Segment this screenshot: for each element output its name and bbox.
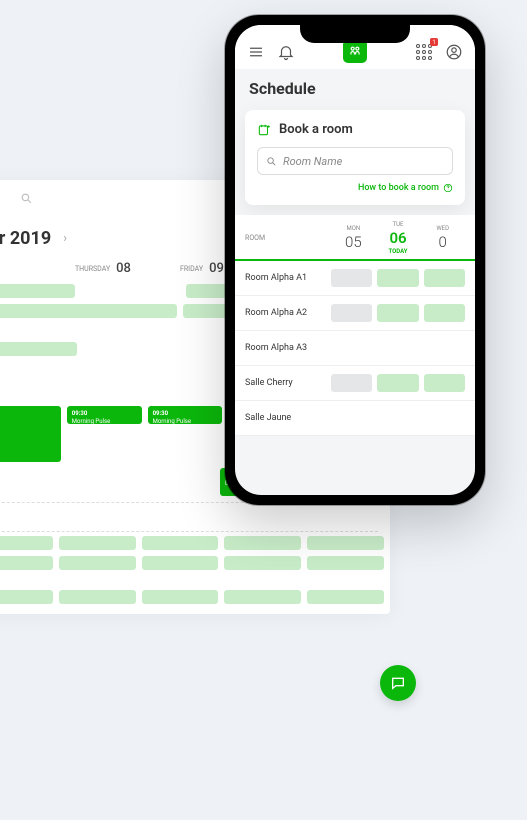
search-icon[interactable] bbox=[20, 192, 33, 209]
slot[interactable] bbox=[377, 374, 418, 392]
input-placeholder: Room Name bbox=[283, 155, 342, 168]
room-name-input[interactable]: Room Name bbox=[257, 147, 453, 175]
room-row[interactable]: Room Alpha A1 bbox=[235, 261, 475, 296]
slot[interactable] bbox=[331, 339, 372, 357]
schedule-table: Room MON05 TUE06Today WED0 Room Alpha A1… bbox=[235, 215, 475, 436]
slot[interactable] bbox=[377, 339, 418, 357]
calendar-plus-icon bbox=[257, 123, 271, 137]
room-row[interactable]: Room Alpha A3 bbox=[235, 331, 475, 366]
room-name: Salle Jaune bbox=[245, 413, 331, 423]
apps-grid-icon[interactable]: 1 bbox=[413, 41, 435, 63]
day-col-wed[interactable]: WED0 bbox=[420, 225, 465, 251]
event-morning-pulse-2[interactable]: 09:30Morning Pulse bbox=[148, 406, 223, 424]
slot[interactable] bbox=[424, 304, 465, 322]
room-row[interactable]: Room Alpha A2 bbox=[235, 296, 475, 331]
search-icon bbox=[266, 156, 277, 167]
slot[interactable] bbox=[424, 269, 465, 287]
menu-icon[interactable] bbox=[245, 41, 267, 63]
slot[interactable] bbox=[331, 304, 372, 322]
day-col-mon[interactable]: MON05 bbox=[331, 225, 376, 251]
profile-icon[interactable] bbox=[443, 41, 465, 63]
room-name: Room Alpha A1 bbox=[245, 273, 331, 283]
how-to-link[interactable]: How to book a room bbox=[257, 183, 453, 193]
month-title: …mber 2019 bbox=[0, 228, 51, 249]
room-row[interactable]: Salle Jaune bbox=[235, 401, 475, 436]
room-row[interactable]: Salle Cherry bbox=[235, 366, 475, 401]
room-name: Salle Cherry bbox=[245, 378, 331, 388]
slot[interactable] bbox=[377, 269, 418, 287]
room-name: Room Alpha A2 bbox=[245, 308, 331, 318]
slot[interactable] bbox=[424, 409, 465, 427]
slot[interactable] bbox=[377, 304, 418, 322]
page-title: Schedule bbox=[235, 69, 475, 104]
book-room-card: Book a room Room Name How to book a room bbox=[245, 110, 465, 205]
phone-frame: 1 Schedule Book a room Room Name How to … bbox=[225, 15, 485, 505]
phone-screen: 1 Schedule Book a room Room Name How to … bbox=[235, 25, 475, 495]
slot[interactable] bbox=[424, 374, 465, 392]
fab-chat-button[interactable] bbox=[380, 665, 416, 701]
schedule-header: Room MON05 TUE06Today WED0 bbox=[235, 215, 475, 261]
slot[interactable] bbox=[424, 339, 465, 357]
room-name: Room Alpha A3 bbox=[245, 343, 331, 353]
slot[interactable] bbox=[331, 409, 372, 427]
event-block[interactable] bbox=[0, 406, 61, 462]
help-icon bbox=[443, 183, 453, 193]
bell-icon[interactable] bbox=[275, 41, 297, 63]
card-heading: Book a room bbox=[279, 122, 353, 137]
notification-badge: 1 bbox=[430, 38, 438, 46]
day-col-tue[interactable]: TUE06Today bbox=[376, 221, 421, 255]
slot[interactable] bbox=[331, 269, 372, 287]
chevron-right-icon[interactable]: › bbox=[63, 231, 67, 246]
slot[interactable] bbox=[377, 409, 418, 427]
event-morning-pulse-1[interactable]: 09:30Morning Pulse bbox=[67, 406, 142, 424]
slot[interactable] bbox=[331, 374, 372, 392]
